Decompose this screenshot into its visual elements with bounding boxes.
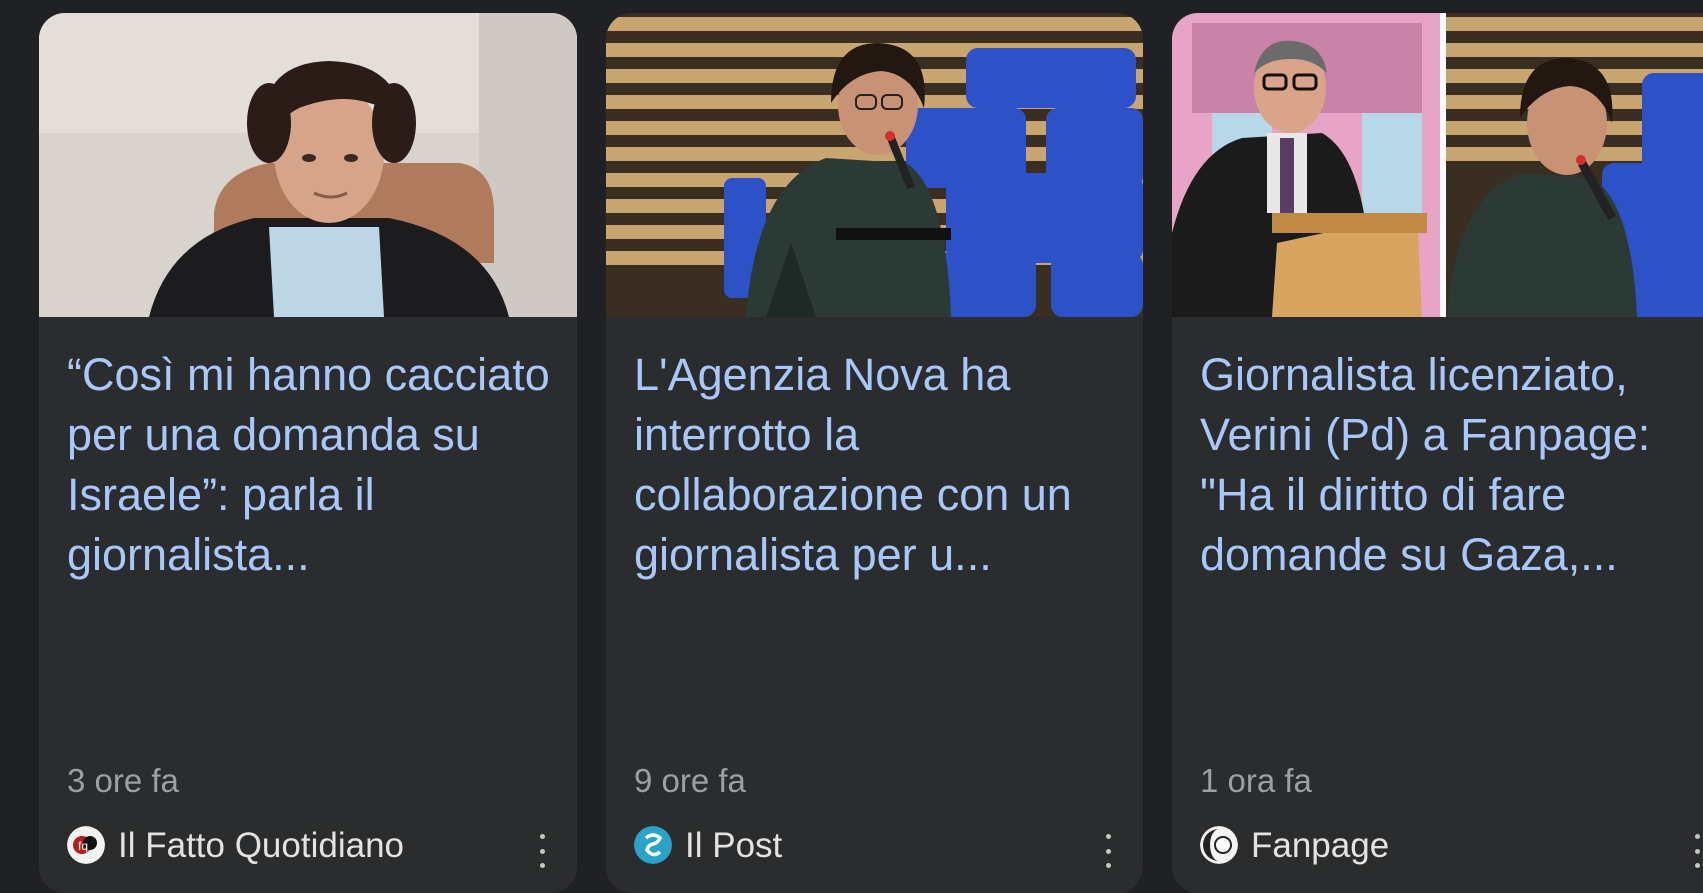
more-options-icon[interactable] bbox=[1692, 834, 1702, 868]
article-source: Il Post bbox=[634, 824, 1123, 868]
article-timestamp: 1 ora fa bbox=[1200, 762, 1312, 799]
source-name: Il Post bbox=[685, 826, 783, 865]
news-card[interactable]: L'Agenzia Nova ha interrotto la collabor… bbox=[606, 13, 1143, 893]
article-thumbnail[interactable] bbox=[1172, 13, 1703, 317]
fatto-quotidiano-logo-icon: fq bbox=[67, 826, 105, 864]
source-name: Il Fatto Quotidiano bbox=[118, 826, 404, 865]
more-options-icon[interactable] bbox=[1103, 834, 1113, 868]
article-headline[interactable]: “Così mi hanno cacciato per una domanda … bbox=[67, 345, 557, 585]
article-headline[interactable]: Giornalista licenziato, Verini (Pd) a Fa… bbox=[1200, 345, 1690, 585]
more-options-icon[interactable] bbox=[537, 834, 547, 868]
news-carousel: “Così mi hanno cacciato per una domanda … bbox=[0, 0, 1703, 893]
article-source: Fanpage bbox=[1200, 824, 1703, 868]
fanpage-logo-icon bbox=[1200, 826, 1238, 864]
article-headline[interactable]: L'Agenzia Nova ha interrotto la collabor… bbox=[634, 345, 1124, 585]
article-source: fq Il Fatto Quotidiano bbox=[67, 824, 557, 868]
svg-text:fq: fq bbox=[78, 839, 88, 853]
article-timestamp: 3 ore fa bbox=[67, 762, 179, 799]
source-name: Fanpage bbox=[1251, 826, 1390, 865]
il-post-logo-icon bbox=[634, 826, 672, 864]
news-card[interactable]: Giornalista licenziato, Verini (Pd) a Fa… bbox=[1172, 13, 1703, 893]
news-card[interactable]: “Così mi hanno cacciato per una domanda … bbox=[39, 13, 577, 893]
article-thumbnail[interactable] bbox=[606, 13, 1143, 317]
article-timestamp: 9 ore fa bbox=[634, 762, 746, 799]
article-thumbnail[interactable] bbox=[39, 13, 577, 317]
